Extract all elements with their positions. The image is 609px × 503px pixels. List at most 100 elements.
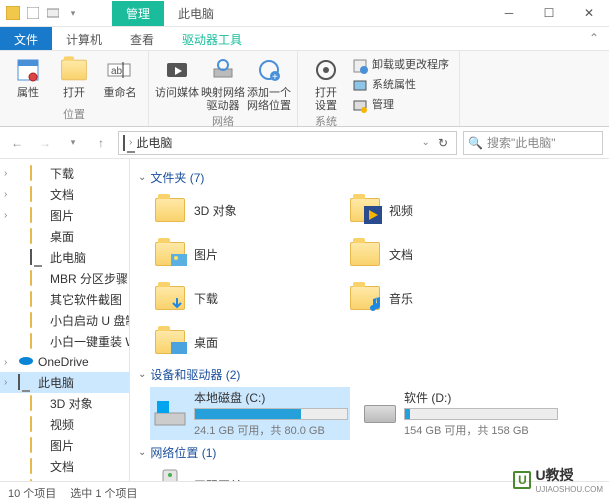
nav-forward-button[interactable]: → <box>34 132 56 154</box>
expand-icon[interactable]: › <box>4 189 7 200</box>
settings-icon <box>311 55 341 85</box>
nav-item[interactable]: 3D 对象 <box>0 393 129 414</box>
nav-item[interactable]: MBR 分区步骤 <box>0 268 129 289</box>
refresh-button[interactable]: ↻ <box>434 136 452 150</box>
nav-item[interactable]: › 下载 <box>0 163 129 184</box>
minimize-button[interactable]: ─ <box>489 0 529 27</box>
address-bar[interactable]: › 此电脑 ⌄ ↻ <box>118 131 457 155</box>
folder-icon <box>152 280 188 316</box>
nav-item-label: 桌面 <box>50 228 74 245</box>
nav-up-button[interactable]: ↑ <box>90 132 112 154</box>
uninstall-programs-button[interactable]: 卸载或更改程序 <box>348 57 453 75</box>
properties-button[interactable]: 属性 <box>6 53 50 100</box>
folder-item[interactable]: 3D 对象 <box>150 190 335 230</box>
drives-grid: 本地磁盘 (C:)24.1 GB 可用，共 80.0 GB 软件 (D:) 154 … <box>138 387 601 440</box>
expand-icon[interactable]: › <box>4 210 7 221</box>
search-placeholder: 搜索"此电脑" <box>487 134 556 151</box>
nav-item-icon <box>30 313 46 329</box>
nav-item[interactable]: 文档 <box>0 456 129 477</box>
ribbon-collapse-button[interactable]: ⌃ <box>579 27 609 50</box>
nav-item-label: 视频 <box>50 416 74 433</box>
address-segment[interactable]: 此电脑 <box>136 134 172 151</box>
nav-item-label: OneDrive <box>38 355 89 369</box>
nav-item[interactable]: 小白启动 U 盘制作步 <box>0 310 129 331</box>
drive-icon <box>152 396 188 432</box>
nav-item[interactable]: ›文档 <box>0 184 129 205</box>
network-item[interactable]: 天翼网关 <box>150 465 335 481</box>
folder-icon <box>347 236 383 272</box>
qat-dropdown[interactable]: ▾ <box>64 4 82 22</box>
folder-item[interactable]: 图片 <box>150 234 335 274</box>
search-icon: 🔍 <box>468 136 483 150</box>
nav-item-icon <box>18 354 34 370</box>
add-network-location-button[interactable]: + 添加一个 网络位置 <box>247 53 291 113</box>
nav-item[interactable]: › OneDrive <box>0 352 129 372</box>
search-box[interactable]: 🔍 搜索"此电脑" <box>463 131 603 155</box>
qat-item[interactable] <box>24 4 42 22</box>
group-header-drives[interactable]: ⌄ 设备和驱动器 (2) <box>138 362 601 387</box>
expand-icon[interactable]: › <box>4 357 7 368</box>
contextual-tab-manage[interactable]: 管理 <box>112 1 164 26</box>
nav-item-label: 下载 <box>50 165 74 182</box>
folders-grid: 3D 对象视频图片 文档下载音乐桌面 <box>138 190 601 362</box>
folder-label: 桌面 <box>194 334 218 351</box>
nav-item[interactable]: 图片 <box>0 435 129 456</box>
qat-item[interactable] <box>44 4 62 22</box>
nav-item-label: 此电脑 <box>50 249 86 266</box>
group-header-folders[interactable]: ⌄ 文件夹 (7) <box>138 165 601 190</box>
access-media-button[interactable]: 访问媒体 <box>155 53 199 100</box>
nav-item[interactable]: 此电脑 <box>0 247 129 268</box>
maximize-button[interactable]: ☐ <box>529 0 569 27</box>
media-icon <box>162 55 192 85</box>
folder-item[interactable]: 桌面 <box>150 322 335 362</box>
open-settings-button[interactable]: 打开 设置 <box>304 53 348 113</box>
nav-item[interactable]: 下载 <box>0 477 129 481</box>
chevron-down-icon: ⌄ <box>138 447 146 458</box>
folder-item[interactable]: 下载 <box>150 278 335 318</box>
nav-item[interactable]: › 图片 <box>0 205 129 226</box>
nav-item[interactable]: 桌面 <box>0 226 129 247</box>
ribbon-tab-drive-tools[interactable]: 驱动器工具 <box>168 27 256 50</box>
folder-item[interactable]: 文档 <box>345 234 530 274</box>
nav-back-button[interactable]: ← <box>6 132 28 154</box>
expand-icon[interactable]: › <box>4 377 7 388</box>
drive-item[interactable]: 本地磁盘 (C:)24.1 GB 可用，共 80.0 GB <box>150 387 350 440</box>
system-properties-button[interactable]: 系统属性 <box>348 77 453 95</box>
expand-icon[interactable]: › <box>4 168 7 179</box>
drive-label: 软件 (D:) <box>404 389 558 406</box>
address-dropdown-button[interactable]: ⌄ <box>422 137 430 148</box>
properties-icon <box>13 55 43 85</box>
drive-item[interactable]: 软件 (D:) 154 GB 可用，共 158 GB <box>360 387 560 440</box>
close-button[interactable]: ✕ <box>569 0 609 27</box>
ribbon-tab-view[interactable]: 查看 <box>116 27 168 50</box>
pc-icon <box>123 136 125 150</box>
nav-item-icon <box>30 396 46 412</box>
rename-button[interactable]: ab 重命名 <box>98 53 142 100</box>
nav-item-icon <box>30 271 46 287</box>
network-label: 天翼网关 <box>194 477 242 482</box>
drive-free-text: 154 GB 可用，共 158 GB <box>404 422 558 438</box>
nav-item[interactable]: 其它软件截图 <box>0 289 129 310</box>
ribbon-tab-file[interactable]: 文件 <box>0 27 52 50</box>
ribbon-tab-strip: 文件 计算机 查看 驱动器工具 ⌃ <box>0 27 609 51</box>
folder-item[interactable]: 音乐 <box>345 278 530 318</box>
add-location-icon: + <box>254 55 284 85</box>
nav-item-label: 此电脑 <box>38 374 74 391</box>
nav-item-label: 小白启动 U 盘制作步 <box>50 312 130 329</box>
map-drive-button[interactable]: 映射网络 驱动器 <box>201 53 245 113</box>
nav-item[interactable]: 视频 <box>0 414 129 435</box>
nav-item[interactable]: › 此电脑 <box>0 372 129 393</box>
chevron-down-icon: ⌄ <box>138 369 146 380</box>
ribbon-tab-computer[interactable]: 计算机 <box>52 27 116 50</box>
nav-item-label: 图片 <box>50 207 74 224</box>
group-header-network[interactable]: ⌄ 网络位置 (1) <box>138 440 601 465</box>
folder-label: 图片 <box>194 246 218 263</box>
nav-item[interactable]: 小白一键重装 Win10 <box>0 331 129 352</box>
contextual-tab-group: 管理 此电脑 <box>112 1 228 26</box>
manage-button[interactable]: 管理 <box>348 97 453 115</box>
folder-icon <box>152 324 188 360</box>
nav-history-button[interactable]: ▾ <box>62 132 84 154</box>
open-button[interactable]: 打开 <box>52 53 96 100</box>
nav-item-label: 其它软件截图 <box>50 291 122 308</box>
folder-item[interactable]: 视频 <box>345 190 530 230</box>
